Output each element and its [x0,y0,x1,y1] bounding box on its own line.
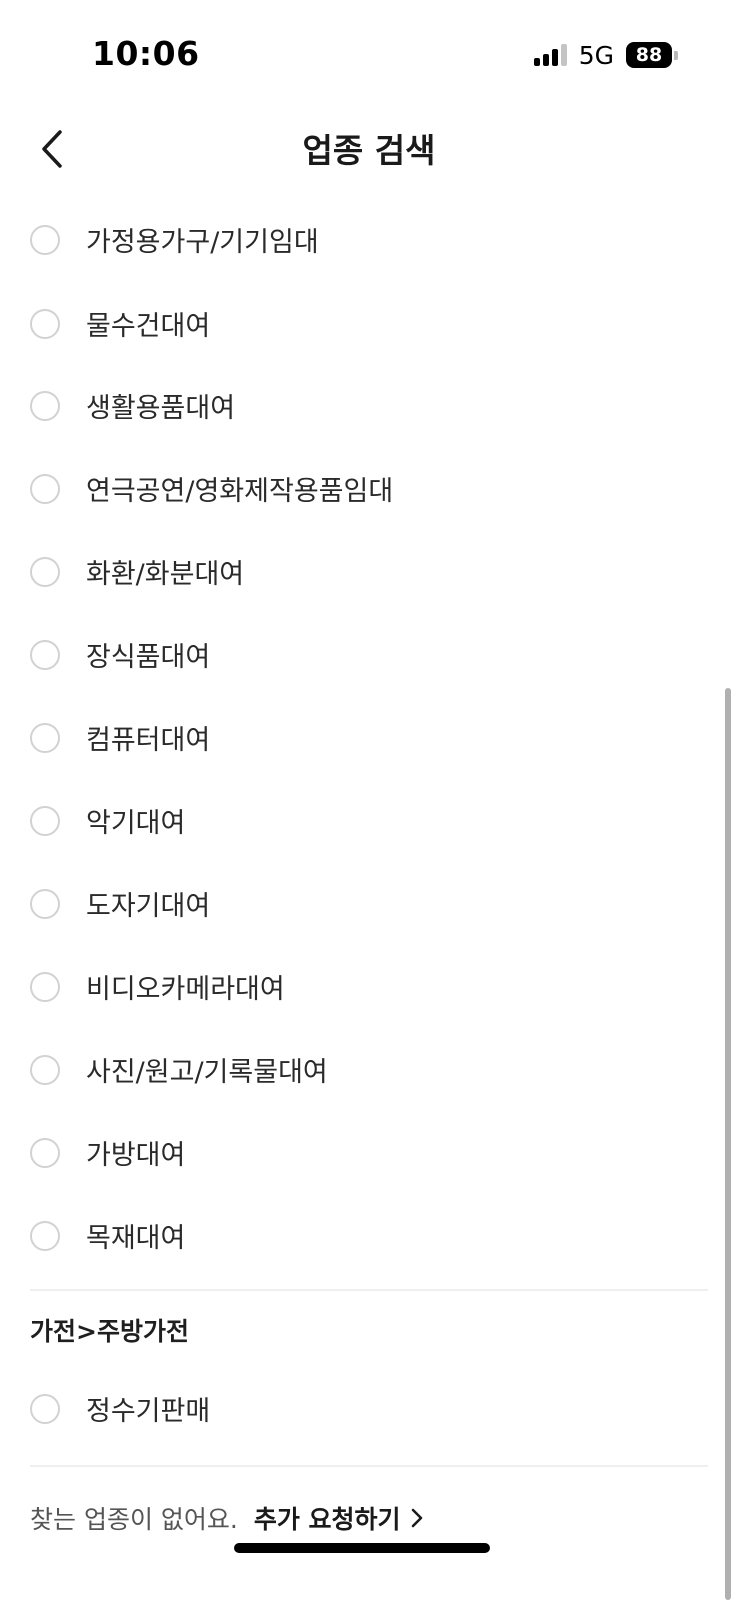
radio-button[interactable] [30,723,60,753]
add-request-label: 추가 요청하기 [253,1505,401,1534]
radio-button[interactable] [30,806,60,836]
header: 업종 검색 [0,110,738,190]
radio-button[interactable] [30,1221,60,1251]
list-item[interactable]: 정수기판매 [0,1367,738,1451]
list-item-label: 연극공연/영화제작용품임대 [86,476,394,507]
list-item-label: 생활용품대여 [86,393,236,424]
list-item[interactable]: 가방대여 [0,1111,738,1194]
divider [30,1465,708,1467]
radio-button[interactable] [30,972,60,1002]
list-item-label: 화환/화분대여 [86,559,245,590]
status-time: 10:06 [92,34,200,73]
business-type-list-appliances: 정수기판매 [0,1367,738,1451]
status-indicators: 5G 88 [533,40,678,70]
list-item-label: 가방대여 [86,1140,186,1171]
list-item-label: 장식품대여 [86,642,211,673]
radio-button[interactable] [30,640,60,670]
list-item-label: 악기대여 [86,808,186,839]
list-item-label: 컴퓨터대여 [86,725,211,756]
list-item-label: 비디오카메라대여 [86,974,285,1005]
footer-text: 찾는 업종이 없어요. [30,1505,238,1534]
list-item[interactable]: 악기대여 [0,779,738,862]
home-indicator[interactable] [234,1543,490,1553]
radio-button[interactable] [30,1138,60,1168]
list-item[interactable]: 사진/원고/기록물대여 [0,1028,738,1111]
list-item-label: 정수기판매 [86,1396,211,1427]
list-item-label: 사진/원고/기록물대여 [86,1057,328,1088]
list-item[interactable]: 가정용가구/기기임대 [0,198,738,282]
divider [30,1289,708,1291]
list-item-label: 물수건대여 [86,311,211,342]
list-item[interactable]: 물수건대여 [0,282,738,364]
list-item[interactable]: 화환/화분대여 [0,530,738,613]
list-item-label: 도자기대여 [86,891,211,922]
radio-button[interactable] [30,225,60,255]
radio-button[interactable] [30,889,60,919]
list-item[interactable]: 장식품대여 [0,613,738,696]
radio-button[interactable] [30,1394,60,1424]
radio-button[interactable] [30,391,60,421]
list-item[interactable]: 비디오카메라대여 [0,945,738,1028]
radio-button[interactable] [30,474,60,504]
chevron-right-icon [411,1508,422,1528]
scrollbar[interactable] [725,688,731,1600]
battery-level: 88 [626,42,672,68]
request-footer: 찾는 업종이 없어요. 추가 요청하기 [30,1500,425,1536]
list-item-label: 목재대여 [86,1223,186,1254]
network-label: 5G [578,40,614,70]
list-item[interactable]: 생활용품대여 [0,364,738,447]
list-item[interactable]: 목재대여 [0,1194,738,1277]
section-title: 가전>주방가전 [30,1317,189,1346]
signal-icon [533,44,567,66]
battery-icon: 88 [626,42,678,68]
list-item[interactable]: 도자기대여 [0,862,738,945]
status-bar: 10:06 5G 88 [0,0,738,110]
page-title: 업종 검색 [302,131,436,170]
radio-button[interactable] [30,557,60,587]
radio-button[interactable] [30,309,60,339]
radio-button[interactable] [30,1055,60,1085]
list-item-label: 가정용가구/기기임대 [86,227,319,258]
list-item[interactable]: 연극공연/영화제작용품임대 [0,447,738,530]
business-type-list: 가정용가구/기기임대 물수건대여 생활용품대여 연극공연/영화제작용품임대 화환… [0,198,738,1277]
add-request-link[interactable]: 추가 요청하기 [254,1500,425,1536]
list-item[interactable]: 컴퓨터대여 [0,696,738,779]
